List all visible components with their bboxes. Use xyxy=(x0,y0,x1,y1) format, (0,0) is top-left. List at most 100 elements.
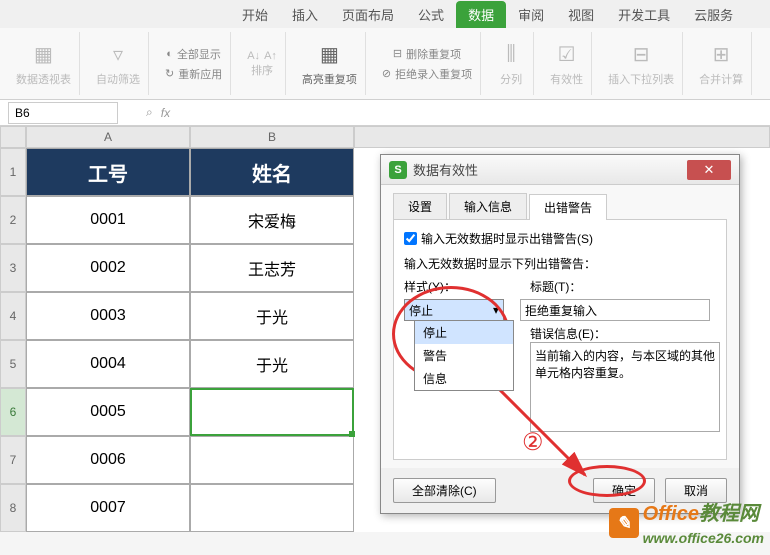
formula-bar: B6 ⌕ fx xyxy=(0,100,770,126)
clear-all-button[interactable]: 全部清除(C) xyxy=(393,478,496,503)
sort-button[interactable]: 排序 xyxy=(251,62,273,78)
reapply-icon: ↻ xyxy=(165,67,174,80)
file-menu[interactable]: 文件▾ xyxy=(26,5,73,22)
dialog-titlebar[interactable]: S 数据有效性 ✕ xyxy=(381,155,739,185)
title-label: 标题(T)： xyxy=(530,280,581,294)
style-label: 样式(Y)： xyxy=(404,280,456,294)
chevron-down-icon: ▾ xyxy=(493,303,499,317)
cell-b6-selected[interactable] xyxy=(190,388,354,436)
tab-review[interactable]: 审阅 xyxy=(506,1,556,28)
reject-dup-button[interactable]: ⊘拒绝录入重复项 xyxy=(382,65,472,83)
cell-b8[interactable] xyxy=(190,484,354,532)
name-box[interactable]: B6 xyxy=(8,102,118,124)
tab-view[interactable]: 视图 xyxy=(556,1,606,28)
save-icon[interactable]: 💾 xyxy=(79,5,97,23)
style-dropdown: 停止 警告 信息 xyxy=(414,320,514,391)
error-msg-textarea[interactable]: 当前输入的内容，与本区域的其他单元格内容重复。 xyxy=(530,342,720,432)
sort-asc-icon: A↓ xyxy=(247,50,260,62)
title-input[interactable] xyxy=(520,299,710,321)
cell-b7[interactable] xyxy=(190,436,354,484)
col-header-rest[interactable] xyxy=(354,126,770,148)
row-header[interactable]: 8 xyxy=(0,484,26,532)
pivot-icon: ▦ xyxy=(30,41,58,69)
filter-icon: ▿ xyxy=(104,41,132,69)
validity-icon: ☑ xyxy=(553,41,581,69)
cell-b1[interactable]: 姓名 xyxy=(190,148,354,196)
sort-desc-button[interactable]: A↑ xyxy=(264,50,277,62)
hamburger-icon[interactable] xyxy=(6,8,20,20)
cell-b3[interactable]: 王志芳 xyxy=(190,244,354,292)
tab-input-msg[interactable]: 输入信息 xyxy=(449,193,527,219)
split-button[interactable]: ⫼分列 xyxy=(497,41,525,87)
remove-dup-icon: ⊟ xyxy=(393,47,402,60)
row-header[interactable]: 4 xyxy=(0,292,26,340)
checkbox-label: 输入无效数据时显示出错警告(S) xyxy=(421,230,593,247)
highlight-dup-button[interactable]: ▦ 高亮重复项 xyxy=(302,41,357,87)
highlight-icon: ▦ xyxy=(315,41,343,69)
row-header[interactable]: 2 xyxy=(0,196,26,244)
cell-b2[interactable]: 宋爱梅 xyxy=(190,196,354,244)
search-icon[interactable]: ⌕ xyxy=(146,105,153,120)
insert-dropdown-button[interactable]: ⊟插入下拉列表 xyxy=(608,41,674,87)
cell-a4[interactable]: 0003 xyxy=(26,292,190,340)
tab-formula[interactable]: 公式 xyxy=(406,1,456,28)
tab-start[interactable]: 开始 xyxy=(230,1,280,28)
close-button[interactable]: ✕ xyxy=(687,160,731,180)
row-header-1[interactable]: 1 xyxy=(0,148,26,196)
annotation-number-2: ② xyxy=(522,428,544,457)
sort-desc-icon: A↑ xyxy=(264,50,277,62)
reapply-button[interactable]: ↻重新应用 xyxy=(165,65,222,83)
tab-error-alert[interactable]: 出错警告 xyxy=(529,194,607,220)
consolidate-icon: ⊞ xyxy=(707,41,735,69)
style-option-stop[interactable]: 停止 xyxy=(415,321,513,344)
reject-dup-icon: ⊘ xyxy=(382,67,391,80)
tab-settings[interactable]: 设置 xyxy=(393,193,447,219)
show-all-button[interactable]: ◐全部显示 xyxy=(166,45,221,63)
row-header[interactable]: 6 xyxy=(0,388,26,436)
tab-insert[interactable]: 插入 xyxy=(280,1,330,28)
print-icon[interactable]: ⎙ xyxy=(151,5,169,23)
watermark-icon: ✎ xyxy=(609,508,639,538)
cell-b4[interactable]: 于光 xyxy=(190,292,354,340)
dropdown-icon: ⊟ xyxy=(627,41,655,69)
show-error-checkbox-row[interactable]: 输入无效数据时显示出错警告(S) xyxy=(404,230,716,247)
autofilter-button[interactable]: ▿ 自动筛选 xyxy=(96,41,140,87)
fx-icon[interactable]: fx xyxy=(161,106,170,120)
dialog-tabs: 设置 输入信息 出错警告 xyxy=(393,193,727,220)
remove-dup-button[interactable]: ⊟删除重复项 xyxy=(393,45,461,63)
row-header[interactable]: 5 xyxy=(0,340,26,388)
show-error-checkbox[interactable] xyxy=(404,232,417,245)
data-validity-dialog: S 数据有效性 ✕ 设置 输入信息 出错警告 输入无效数据时显示出错警告(S) … xyxy=(380,154,740,514)
show-all-icon: ◐ xyxy=(166,48,173,60)
cell-a2[interactable]: 0001 xyxy=(26,196,190,244)
sort-asc-button[interactable]: A↓ xyxy=(247,50,260,62)
col-header-b[interactable]: B xyxy=(190,126,354,148)
pivot-table-button[interactable]: ▦ 数据透视表 xyxy=(16,41,71,87)
style-option-warn[interactable]: 警告 xyxy=(415,344,513,367)
consolidate-button[interactable]: ⊞合并计算 xyxy=(699,41,743,87)
style-option-info[interactable]: 信息 xyxy=(415,367,513,390)
tab-dev[interactable]: 开发工具 xyxy=(606,1,682,28)
cell-a1[interactable]: 工号 xyxy=(26,148,190,196)
error-msg-label: 错误信息(E)： xyxy=(530,325,716,342)
cell-b5[interactable]: 于光 xyxy=(190,340,354,388)
redo-icon[interactable]: ↷ xyxy=(127,5,145,23)
cell-a6[interactable]: 0005 xyxy=(26,388,190,436)
undo-icon[interactable]: ↶ xyxy=(103,5,121,23)
validity-button[interactable]: ☑有效性 xyxy=(550,41,583,87)
cell-a5[interactable]: 0004 xyxy=(26,340,190,388)
row-header[interactable]: 7 xyxy=(0,436,26,484)
style-select[interactable]: 停止▾ xyxy=(404,299,504,321)
tab-data[interactable]: 数据 xyxy=(456,1,506,28)
cell-a7[interactable]: 0006 xyxy=(26,436,190,484)
dialog-title: 数据有效性 xyxy=(413,160,687,179)
watermark: ✎ Office教程网 www.office26.com xyxy=(609,497,764,549)
col-header-a[interactable]: A xyxy=(26,126,190,148)
cell-a8[interactable]: 0007 xyxy=(26,484,190,532)
row-header[interactable]: 3 xyxy=(0,244,26,292)
dialog-app-icon: S xyxy=(389,161,407,179)
tab-layout[interactable]: 页面布局 xyxy=(330,1,406,28)
cell-a3[interactable]: 0002 xyxy=(26,244,190,292)
select-all-corner[interactable] xyxy=(0,126,26,148)
tab-cloud[interactable]: 云服务 xyxy=(682,1,745,28)
